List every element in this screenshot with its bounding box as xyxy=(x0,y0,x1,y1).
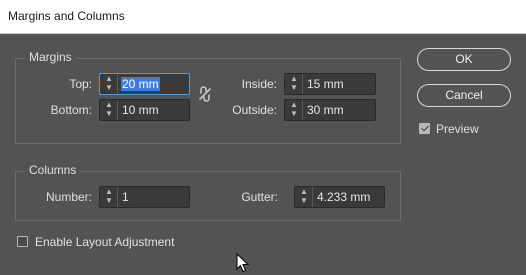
mouse-pointer-icon xyxy=(236,253,250,273)
layout-adjustment-label[interactable]: Enable Layout Adjustment xyxy=(35,235,174,249)
top-value[interactable]: 20 mm xyxy=(121,77,160,91)
margins-legend: Margins xyxy=(25,50,76,64)
inside-label: Inside: xyxy=(241,77,277,91)
outside-field[interactable]: ▲ ▼ 30 mm xyxy=(284,99,376,121)
bottom-label: Bottom: xyxy=(50,103,92,117)
stepper-down-icon[interactable]: ▼ xyxy=(105,84,113,92)
gutter-label: Gutter: xyxy=(241,190,278,204)
gutter-value[interactable]: 4.233 mm xyxy=(317,190,370,204)
inside-stepper[interactable]: ▲ ▼ xyxy=(285,74,303,94)
bottom-field[interactable]: ▲ ▼ 10 mm xyxy=(99,99,190,121)
stepper-up-icon[interactable]: ▲ xyxy=(300,188,308,196)
number-stepper[interactable]: ▲ ▼ xyxy=(100,187,118,207)
number-field[interactable]: ▲ ▼ 1 xyxy=(99,186,190,208)
number-value[interactable]: 1 xyxy=(122,190,129,204)
stepper-up-icon[interactable]: ▲ xyxy=(290,75,298,83)
stepper-up-icon[interactable]: ▲ xyxy=(290,101,298,109)
stepper-down-icon[interactable]: ▼ xyxy=(290,84,298,92)
inside-value[interactable]: 15 mm xyxy=(307,77,344,91)
top-field[interactable]: ▲ ▼ 20 mm xyxy=(99,73,190,95)
stepper-down-icon[interactable]: ▼ xyxy=(290,110,298,118)
stepper-up-icon[interactable]: ▲ xyxy=(105,188,113,196)
top-label: Top: xyxy=(69,77,92,91)
stepper-down-icon[interactable]: ▼ xyxy=(105,197,113,205)
outside-value[interactable]: 30 mm xyxy=(307,103,344,117)
chain-broken-icon[interactable] xyxy=(198,86,212,102)
bottom-value[interactable]: 10 mm xyxy=(122,103,159,117)
ok-button[interactable]: OK xyxy=(417,48,511,71)
outside-stepper[interactable]: ▲ ▼ xyxy=(285,100,303,120)
stepper-down-icon[interactable]: ▼ xyxy=(105,110,113,118)
inside-field[interactable]: ▲ ▼ 15 mm xyxy=(284,73,376,95)
preview-checkbox[interactable] xyxy=(419,123,430,134)
layout-adjustment-checkbox[interactable] xyxy=(17,236,28,247)
title-bar: Margins and Columns xyxy=(0,0,526,34)
preview-label[interactable]: Preview xyxy=(436,122,479,136)
number-label: Number: xyxy=(45,190,92,204)
cancel-button[interactable]: Cancel xyxy=(417,84,511,107)
top-stepper[interactable]: ▲ ▼ xyxy=(100,74,118,94)
outside-label: Outside: xyxy=(232,103,277,117)
gutter-stepper[interactable]: ▲ ▼ xyxy=(295,187,313,207)
stepper-up-icon[interactable]: ▲ xyxy=(105,75,113,83)
columns-legend: Columns xyxy=(25,163,81,177)
gutter-field[interactable]: ▲ ▼ 4.233 mm xyxy=(294,186,385,208)
stepper-up-icon[interactable]: ▲ xyxy=(105,101,113,109)
bottom-stepper[interactable]: ▲ ▼ xyxy=(100,100,118,120)
stepper-down-icon[interactable]: ▼ xyxy=(300,197,308,205)
window-title: Margins and Columns xyxy=(8,9,125,23)
